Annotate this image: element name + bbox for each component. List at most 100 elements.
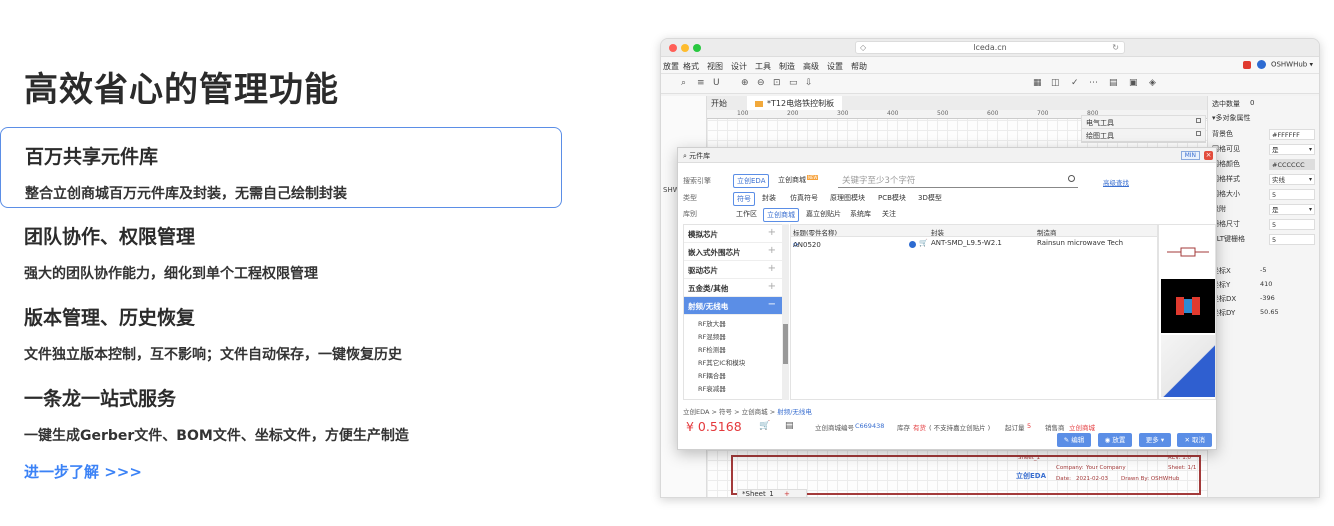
feature-card-component-library[interactable]: 百万共享元件库 整合立创商城百万元件库及封装，无需自己绘制封装 bbox=[0, 127, 562, 208]
menu-place[interactable]: 放置 bbox=[663, 61, 679, 72]
menu-settings[interactable]: 设置 bbox=[827, 61, 843, 72]
drawing-tools-panel[interactable]: 绘图工具 bbox=[1082, 129, 1205, 142]
layers-icon[interactable]: ◫ bbox=[1051, 78, 1060, 88]
zoom-in-icon[interactable]: ⊕ bbox=[741, 78, 749, 88]
prop-input[interactable]: #CCCCCC bbox=[1269, 159, 1315, 170]
menu-advanced[interactable]: 高级 bbox=[803, 61, 819, 72]
pin-icon[interactable] bbox=[1196, 118, 1201, 123]
pin-icon[interactable] bbox=[1196, 131, 1201, 136]
subcategory-item[interactable]: RF衰减器 bbox=[684, 380, 782, 393]
feature-card-version[interactable]: 版本管理、历史恢复 文件独立版本控制，互不影响；文件自动保存，一键恢复历史 bbox=[0, 303, 562, 364]
type-3d-model[interactable]: 3D模型 bbox=[915, 192, 945, 204]
add-sheet-icon[interactable]: + bbox=[784, 490, 790, 497]
cart-icon[interactable]: 🛒 bbox=[919, 239, 928, 247]
category-hardware[interactable]: 五金类/其他 + bbox=[684, 279, 782, 297]
tab-schematic[interactable]: *T12电烙铁控制板 bbox=[747, 96, 843, 110]
search-input[interactable]: 关键字至少3个字符 bbox=[838, 174, 1078, 188]
breadcrumb-item[interactable]: 立创EDA bbox=[683, 408, 709, 416]
datasheet-icon[interactable]: ▤ bbox=[785, 421, 794, 431]
add-to-cart-icon[interactable]: 🛒 bbox=[759, 421, 770, 431]
lib-lcsc[interactable]: 立创商城 bbox=[763, 208, 799, 222]
minimize-window-icon[interactable] bbox=[681, 44, 689, 52]
advanced-search-link[interactable]: 高级查找 bbox=[1103, 177, 1129, 187]
menu-help[interactable]: 帮助 bbox=[851, 61, 867, 72]
menu-tools[interactable]: 工具 bbox=[755, 61, 771, 72]
table-row[interactable]: ⟳ AN0520 🛒 ANT-SMD_L9.5-W2.1 Rainsun mic… bbox=[791, 237, 1157, 250]
mall-no[interactable]: C669438 bbox=[855, 422, 884, 430]
reload-icon[interactable]: ↻ bbox=[1112, 42, 1119, 54]
menu-format[interactable]: 格式 bbox=[683, 61, 699, 72]
maximize-window-icon[interactable] bbox=[693, 44, 701, 52]
menu-design[interactable]: 设计 bbox=[731, 61, 747, 72]
engine-lceda[interactable]: 立创EDA bbox=[733, 174, 770, 188]
doc-icon[interactable]: ▤ bbox=[1109, 78, 1118, 88]
export-icon[interactable]: ⇩ bbox=[805, 78, 813, 88]
drc-icon[interactable]: ✓ bbox=[1071, 78, 1079, 88]
subcategory-item[interactable]: RF其它IC和模块 bbox=[684, 354, 782, 367]
prop-select[interactable]: 是 ▾ bbox=[1269, 204, 1315, 215]
photo-icon[interactable]: ▣ bbox=[1129, 78, 1138, 88]
type-sim-symbol[interactable]: 仿真符号 bbox=[787, 192, 821, 204]
dialog-header[interactable]: ⌕ 元件库 MIN × bbox=[678, 148, 1216, 163]
prop-input[interactable]: 5 bbox=[1269, 189, 1315, 200]
column-package[interactable]: 封装 bbox=[931, 227, 944, 237]
text-icon[interactable]: U bbox=[713, 78, 720, 88]
align-icon[interactable]: ≡ bbox=[697, 78, 705, 88]
subcategory-item[interactable]: RF混频器 bbox=[684, 328, 782, 341]
minimize-button[interactable]: MIN bbox=[1180, 151, 1200, 160]
menu-view[interactable]: 视图 bbox=[707, 61, 723, 72]
column-maker[interactable]: 制造商 bbox=[1037, 227, 1057, 237]
subcategory-item[interactable]: RF检测器 bbox=[684, 341, 782, 354]
category-driver[interactable]: 驱动芯片 + bbox=[684, 261, 782, 279]
engine-lcsc[interactable]: 立创商城 NEW bbox=[775, 174, 821, 186]
category-embedded-peripheral[interactable]: 嵌入式外围芯片 + bbox=[684, 243, 782, 261]
scroll-thumb[interactable] bbox=[783, 324, 788, 364]
expand-icon[interactable]: + bbox=[768, 227, 776, 238]
breadcrumb-item[interactable]: 符号 bbox=[719, 408, 732, 416]
net-icon[interactable]: ⋯ bbox=[1089, 78, 1098, 88]
image-icon[interactable]: ▭ bbox=[789, 78, 798, 88]
prop-input[interactable]: 5 bbox=[1269, 234, 1315, 245]
search-icon[interactable]: ⌕ bbox=[681, 78, 686, 88]
place-button[interactable]: ◉ 放置 bbox=[1097, 433, 1133, 447]
close-icon[interactable]: × bbox=[1204, 151, 1213, 160]
lib-follow[interactable]: 关注 bbox=[879, 208, 899, 220]
feature-card-team[interactable]: 团队协作、权限管理 强大的团队协作能力，细化到单个工程权限管理 bbox=[0, 222, 562, 283]
feature-card-one-stop[interactable]: 一条龙一站式服务 一键生成Gerber文件、BOM文件、坐标文件，方便生产制造 bbox=[0, 384, 562, 445]
grid-icon[interactable]: ▦ bbox=[1033, 78, 1042, 88]
category-analog[interactable]: 模拟芯片 + bbox=[684, 225, 782, 243]
stack-icon[interactable]: ◈ bbox=[1149, 78, 1156, 88]
learn-more-link[interactable]: 进一步了解 >>> bbox=[24, 461, 142, 482]
collapse-icon[interactable]: − bbox=[768, 299, 776, 310]
section-header[interactable]: ▾多对象属性 bbox=[1212, 113, 1319, 125]
search-icon[interactable] bbox=[1068, 175, 1075, 182]
zoom-out-icon[interactable]: ⊖ bbox=[757, 78, 765, 88]
sheet-tab[interactable]: *Sheet_1 + bbox=[737, 489, 807, 497]
expand-icon[interactable]: + bbox=[768, 245, 776, 256]
subcategory-item[interactable]: RF耦合器 bbox=[684, 367, 782, 380]
category-scrollbar[interactable] bbox=[782, 224, 789, 400]
prop-select[interactable]: 是 ▾ bbox=[1269, 144, 1315, 155]
lib-workspace[interactable]: 工作区 bbox=[733, 208, 760, 220]
type-sch-module[interactable]: 原理图模块 bbox=[827, 192, 868, 204]
prop-input[interactable]: 5 bbox=[1269, 219, 1315, 230]
cancel-button[interactable]: ✕ 取消 bbox=[1177, 433, 1212, 447]
lib-jlc-smt[interactable]: 嘉立创贴片 bbox=[803, 208, 844, 220]
subcategory-item[interactable]: RF放大器 bbox=[684, 315, 782, 328]
tab-home[interactable]: 开始 bbox=[711, 98, 727, 109]
electrical-tools-panel[interactable]: 电气工具 bbox=[1082, 116, 1205, 129]
lib-system[interactable]: 系统库 bbox=[847, 208, 874, 220]
fit-icon[interactable]: ⊡ bbox=[773, 78, 781, 88]
type-footprint[interactable]: 封装 bbox=[759, 192, 779, 204]
edit-button[interactable]: ✎ 编辑 bbox=[1056, 433, 1092, 447]
expand-icon[interactable]: + bbox=[768, 281, 776, 292]
notification-icon[interactable] bbox=[1242, 60, 1251, 69]
type-symbol[interactable]: 符号 bbox=[733, 192, 755, 206]
category-rf[interactable]: 射频/无线电 − bbox=[684, 297, 782, 315]
user-menu[interactable]: OSHWHub ▾ bbox=[1242, 60, 1313, 69]
prop-select[interactable]: 实线 ▾ bbox=[1269, 174, 1315, 185]
breadcrumb-item[interactable]: 立创商城 bbox=[742, 408, 768, 416]
prop-input[interactable]: #FFFFFF bbox=[1269, 129, 1315, 140]
address-bar[interactable]: ◇ lceda.cn ↻ bbox=[855, 41, 1125, 54]
close-window-icon[interactable] bbox=[669, 44, 677, 52]
